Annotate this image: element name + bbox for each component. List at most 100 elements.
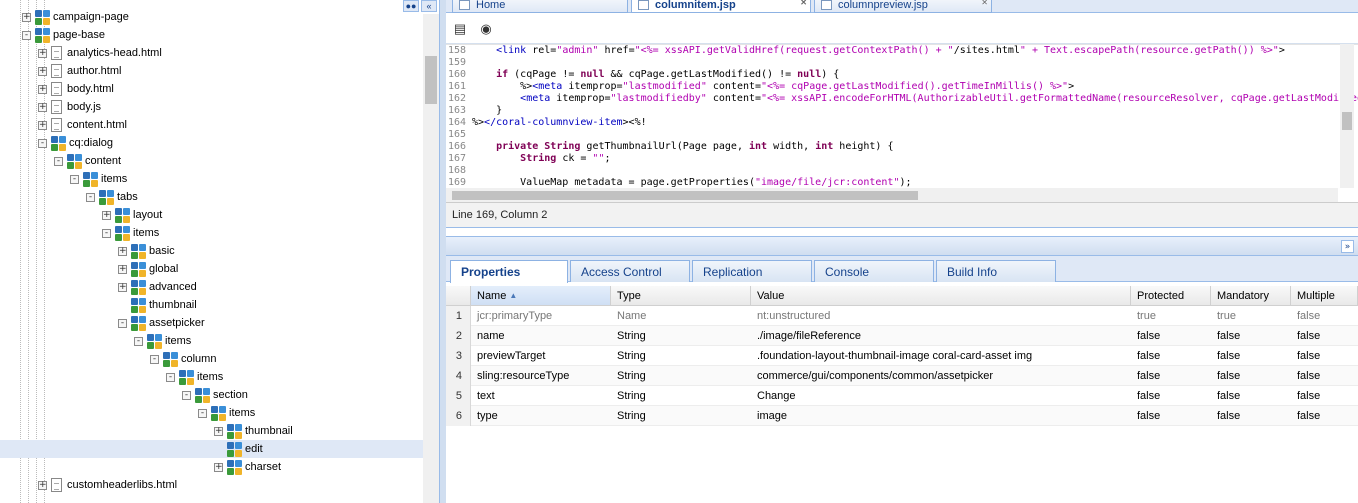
cell-protected[interactable]: false <box>1131 366 1211 386</box>
tree-node[interactable]: - tabs <box>0 188 423 206</box>
expand-icon[interactable]: + <box>38 120 47 130</box>
binoculars-icon[interactable]: ●● <box>403 0 419 12</box>
tree-node[interactable]: - column <box>0 350 423 368</box>
cell-value[interactable]: Change <box>751 386 1131 406</box>
collapse-icon[interactable]: - <box>150 354 159 364</box>
column-header-mandatory[interactable]: Mandatory <box>1211 286 1291 306</box>
code-vertical-scrollbar-thumb[interactable] <box>1342 112 1352 130</box>
cell-mandatory[interactable]: true <box>1211 306 1291 326</box>
cell-protected[interactable]: false <box>1131 386 1211 406</box>
cell-mandatory[interactable]: false <box>1211 406 1291 426</box>
tab-access-control[interactable]: Access Control <box>570 260 690 282</box>
expand-icon[interactable]: + <box>38 84 47 94</box>
tree-node[interactable]: + author.html <box>0 62 423 80</box>
tree-node[interactable]: - page-base <box>0 26 423 44</box>
collapse-icon[interactable]: - <box>102 228 111 238</box>
tree-node[interactable]: edit <box>0 440 423 458</box>
expand-icon[interactable]: + <box>214 462 223 472</box>
tree-node[interactable]: + content.html <box>0 116 423 134</box>
cell-mandatory[interactable]: false <box>1211 326 1291 346</box>
cell-protected[interactable]: false <box>1131 346 1211 366</box>
cell-type[interactable]: String <box>611 326 751 346</box>
format-icon[interactable]: ▤ <box>452 21 468 37</box>
tree-node[interactable]: + advanced <box>0 278 423 296</box>
cell-type[interactable]: String <box>611 406 751 426</box>
expand-icon[interactable]: + <box>118 264 127 274</box>
cell-value[interactable]: nt:unstructured <box>751 306 1131 326</box>
cell-name[interactable]: text <box>471 386 611 406</box>
tree-node[interactable]: thumbnail <box>0 296 423 314</box>
collapse-icon[interactable]: - <box>86 192 95 202</box>
expand-icon[interactable]: + <box>38 102 47 112</box>
collapse-icon[interactable]: - <box>54 156 63 166</box>
column-header-multiple[interactable]: Multiple <box>1291 286 1358 306</box>
tree-node[interactable]: - items <box>0 332 423 350</box>
cell-value[interactable]: .foundation-layout-thumbnail-image coral… <box>751 346 1131 366</box>
tree-node[interactable]: + thumbnail <box>0 422 423 440</box>
tab-console[interactable]: Console <box>814 260 934 282</box>
tree-scrollbar[interactable] <box>423 14 439 503</box>
cell-multiple[interactable]: false <box>1291 366 1358 386</box>
tree-node[interactable]: - assetpicker <box>0 314 423 332</box>
tree-node[interactable]: + layout <box>0 206 423 224</box>
binoculars-icon[interactable]: ◉ <box>478 21 494 37</box>
cell-multiple[interactable]: false <box>1291 326 1358 346</box>
collapse-icon[interactable]: - <box>166 372 175 382</box>
tab-home[interactable]: Home <box>452 0 628 13</box>
cell-mandatory[interactable]: false <box>1211 346 1291 366</box>
expand-icon[interactable]: + <box>214 426 223 436</box>
cell-type[interactable]: String <box>611 346 751 366</box>
code-horizontal-scrollbar-thumb[interactable] <box>452 191 918 200</box>
collapse-icon[interactable]: - <box>38 138 47 148</box>
cell-type[interactable]: String <box>611 386 751 406</box>
tab-columnitem-jsp[interactable]: columnitem.jsp ✕ <box>631 0 811 13</box>
close-icon[interactable]: ✕ <box>800 0 807 7</box>
column-header-protected[interactable]: Protected <box>1131 286 1211 306</box>
cell-multiple[interactable]: false <box>1291 346 1358 366</box>
cell-multiple[interactable]: false <box>1291 386 1358 406</box>
expand-icon[interactable]: + <box>118 282 127 292</box>
tree-scrollbar-thumb[interactable] <box>425 56 437 104</box>
tree-node[interactable]: - content <box>0 152 423 170</box>
cell-name[interactable]: previewTarget <box>471 346 611 366</box>
cell-protected[interactable]: false <box>1131 406 1211 426</box>
expand-icon[interactable]: + <box>102 210 111 220</box>
cell-name[interactable]: sling:resourceType <box>471 366 611 386</box>
collapse-icon[interactable]: - <box>134 336 143 346</box>
cell-name[interactable]: type <box>471 406 611 426</box>
expand-icon[interactable]: + <box>38 48 47 58</box>
cell-value[interactable]: image <box>751 406 1131 426</box>
collapse-icon[interactable]: - <box>22 30 31 40</box>
cell-protected[interactable]: false <box>1131 326 1211 346</box>
code-area[interactable]: 158 <link rel="admin" href="<%= xssAPI.g… <box>446 44 1358 188</box>
cell-type[interactable]: Name <box>611 306 751 326</box>
tab-build-info[interactable]: Build Info <box>936 260 1056 282</box>
collapse-icon[interactable]: - <box>198 408 207 418</box>
table-row[interactable]: 4 sling:resourceType String commerce/gui/co… <box>446 366 1358 386</box>
expand-icon[interactable]: + <box>38 66 47 76</box>
cell-value[interactable]: commerce/gui/components/common/assetpick… <box>751 366 1131 386</box>
tree-node[interactable]: + global <box>0 260 423 278</box>
cell-mandatory[interactable]: false <box>1211 386 1291 406</box>
expand-icon[interactable]: + <box>22 12 31 22</box>
cell-value[interactable]: ./image/fileReference <box>751 326 1131 346</box>
cell-name[interactable]: name <box>471 326 611 346</box>
expand-icon[interactable]: + <box>38 480 47 490</box>
cell-multiple[interactable]: false <box>1291 406 1358 426</box>
cell-mandatory[interactable]: false <box>1211 366 1291 386</box>
collapse-icon[interactable]: - <box>70 174 79 184</box>
table-row[interactable]: 6 type String image false false false <box>446 406 1358 426</box>
tab-replication[interactable]: Replication <box>692 260 812 282</box>
tree-node[interactable]: + body.html <box>0 80 423 98</box>
tree-node[interactable]: - section <box>0 386 423 404</box>
tree-node[interactable]: - items <box>0 368 423 386</box>
cell-protected[interactable]: true <box>1131 306 1211 326</box>
collapse-left-icon[interactable]: « <box>421 0 437 12</box>
collapse-icon[interactable]: - <box>182 390 191 400</box>
tree-node[interactable]: + basic <box>0 242 423 260</box>
cell-multiple[interactable]: false <box>1291 306 1358 326</box>
tab-columnpreview-jsp[interactable]: columnpreview.jsp ✕ <box>814 0 992 13</box>
cell-type[interactable]: String <box>611 366 751 386</box>
tree-node[interactable]: + analytics-head.html <box>0 44 423 62</box>
collapse-icon[interactable]: - <box>118 318 127 328</box>
